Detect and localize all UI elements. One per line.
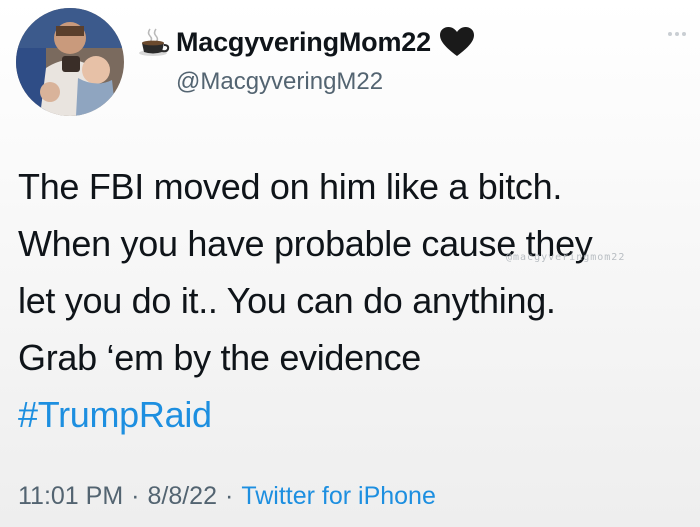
tweet-text-line-3: let you do it.. You can do anything. (18, 280, 556, 321)
separator: · (225, 482, 234, 510)
tweet-text: The FBI moved on him like a bitch. When … (18, 158, 698, 443)
tweet-date[interactable]: 8/8/22 (147, 482, 217, 511)
coffee-cup-icon (139, 28, 170, 56)
tweet-card: MacgyveringMom22 @MacgyveringM22 The FBI… (0, 0, 700, 527)
more-options-icon[interactable] (668, 32, 686, 36)
display-name[interactable]: MacgyveringMom22 (176, 27, 431, 58)
separator: · (131, 482, 140, 510)
avatar-photo (16, 8, 124, 116)
black-heart-icon (439, 27, 474, 56)
avatar[interactable] (16, 8, 124, 116)
hashtag-link[interactable]: #TrumpRaid (18, 386, 698, 443)
tweet-source-link[interactable]: Twitter for iPhone (241, 482, 436, 511)
tweet-text-line-4: Grab ‘em by the evidence (18, 337, 422, 378)
tweet-time[interactable]: 11:01 PM (18, 482, 123, 511)
user-handle[interactable]: @MacgyveringM22 (176, 68, 383, 96)
name-row: MacgyveringMom22 (138, 22, 475, 62)
tweet-metadata: 11:01 PM · 8/8/22 · Twitter for iPhone (18, 482, 436, 511)
watermark: @macgyveringmom22 (506, 252, 626, 263)
tweet-text-line-1: The FBI moved on him like a bitch. (18, 166, 563, 207)
tweet-text-line-2: When you have probable cause they (18, 223, 593, 264)
